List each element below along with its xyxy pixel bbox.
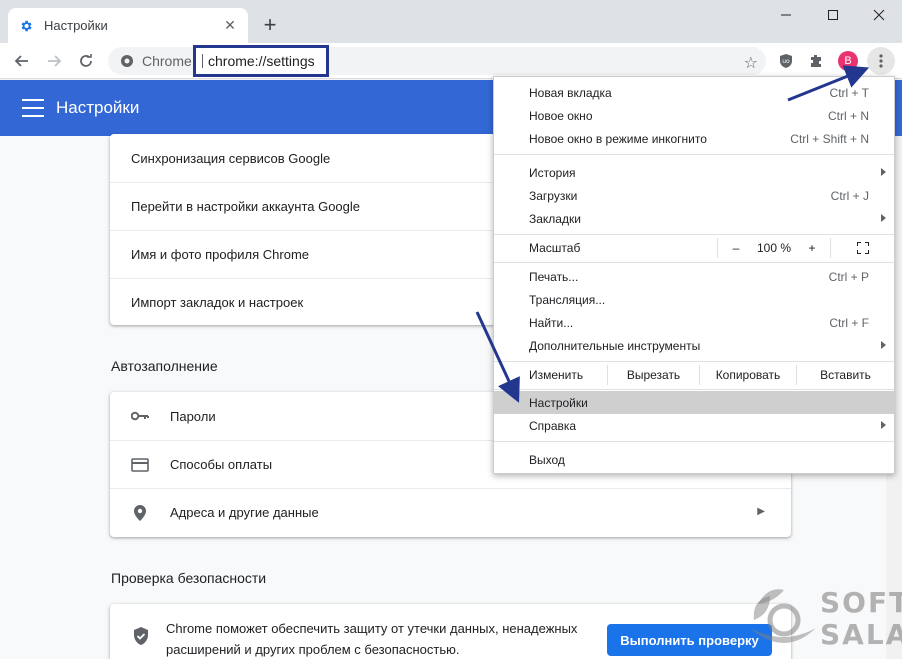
menu-separator (494, 361, 894, 362)
shield-check-icon (132, 626, 150, 649)
menu-history[interactable]: История (494, 161, 894, 184)
key-icon (130, 406, 150, 426)
copy-button[interactable]: Копировать (700, 363, 796, 387)
menu-zoom-row: Масштаб – 100 % + (494, 236, 894, 260)
avatar[interactable]: B (838, 51, 858, 71)
safety-description: Chrome поможет обеспечить защиту от утеч… (166, 621, 578, 657)
chrome-icon (120, 54, 134, 68)
forward-arrow-icon[interactable] (40, 47, 68, 75)
cut-button[interactable]: Вырезать (608, 363, 699, 387)
menu-cast[interactable]: Трансляция... (494, 288, 894, 311)
back-arrow-icon[interactable] (8, 47, 36, 75)
autofill-title: Автозаполнение (111, 358, 218, 374)
addresses-row[interactable]: Адреса и другие данные ▶ (110, 488, 791, 536)
hamburger-menu-icon[interactable] (22, 99, 44, 117)
menu-help[interactable]: Справка (494, 414, 894, 437)
submenu-arrow-icon (881, 341, 886, 349)
origin-chip: Chrome (142, 53, 192, 69)
paste-button[interactable]: Вставить (797, 363, 894, 387)
star-icon[interactable]: ☆ (744, 53, 758, 73)
menu-new-tab[interactable]: Новая вкладка Ctrl + T (494, 81, 894, 104)
submenu-arrow-icon (881, 421, 886, 429)
menu-print[interactable]: Печать... Ctrl + P (494, 265, 894, 288)
close-icon[interactable]: ✕ (222, 17, 238, 34)
zoom-out-button[interactable]: – (718, 236, 754, 260)
menu-separator (494, 262, 894, 263)
gear-icon (18, 18, 34, 34)
url-value: chrome://settings (208, 53, 315, 69)
more-menu-icon[interactable] (867, 47, 895, 75)
title-bar: Настройки ✕ + (0, 0, 902, 43)
softsalad-watermark: SOFT SALAD (748, 582, 902, 657)
credit-card-icon (130, 455, 150, 475)
tab-title: Настройки (44, 18, 108, 33)
reload-icon[interactable] (72, 47, 100, 75)
extensions-puzzle-icon[interactable] (802, 47, 830, 75)
menu-separator (494, 389, 894, 390)
menu-more-tools[interactable]: Дополнительные инструменты (494, 334, 894, 357)
menu-bookmarks[interactable]: Закладки (494, 207, 894, 230)
menu-separator (494, 234, 894, 235)
url-text[interactable]: chrome://settings (193, 45, 329, 77)
svg-text:uo: uo (782, 58, 790, 65)
menu-incognito[interactable]: Новое окно в режиме инкогнито Ctrl + Shif… (494, 127, 894, 150)
menu-edit-row: Изменить Вырезать Копировать Вставить (494, 363, 894, 387)
menu-find[interactable]: Найти... Ctrl + F (494, 311, 894, 334)
close-window-icon[interactable] (856, 0, 902, 30)
zoom-in-button[interactable]: + (794, 236, 830, 260)
menu-downloads[interactable]: Загрузки Ctrl + J (494, 184, 894, 207)
address-bar[interactable]: Chrome chrome://settings ☆ (108, 45, 766, 77)
zoom-label: Масштаб (529, 241, 581, 255)
submenu-arrow-icon (881, 168, 886, 176)
submenu-arrow-icon (881, 214, 886, 222)
menu-exit[interactable]: Выход (494, 448, 894, 471)
zoom-value: 100 % (756, 241, 792, 255)
new-tab-button[interactable]: + (258, 12, 282, 37)
location-pin-icon (130, 503, 150, 523)
menu-new-window[interactable]: Новое окно Ctrl + N (494, 104, 894, 127)
toolbar: Chrome chrome://settings ☆ uo B (0, 43, 902, 79)
page-title: Настройки (56, 98, 140, 117)
maximize-icon[interactable] (810, 0, 856, 30)
menu-separator (494, 154, 894, 155)
safety-title: Проверка безопасности (111, 570, 267, 586)
chrome-main-menu: Новая вкладка Ctrl + T Новое окно Ctrl + N… (493, 76, 895, 474)
edit-label: Изменить (529, 368, 584, 382)
chevron-right-icon: ▶ (757, 506, 765, 517)
ublock-icon[interactable]: uo (772, 47, 800, 75)
tab-settings[interactable]: Настройки ✕ (8, 8, 248, 43)
menu-settings[interactable]: Настройки (494, 391, 894, 414)
salad-logo-icon (750, 589, 816, 643)
safety-card: Chrome поможет обеспечить защиту от утеч… (110, 604, 791, 659)
minimize-icon[interactable] (763, 0, 809, 30)
menu-separator (494, 441, 894, 442)
fullscreen-icon[interactable] (831, 236, 894, 260)
